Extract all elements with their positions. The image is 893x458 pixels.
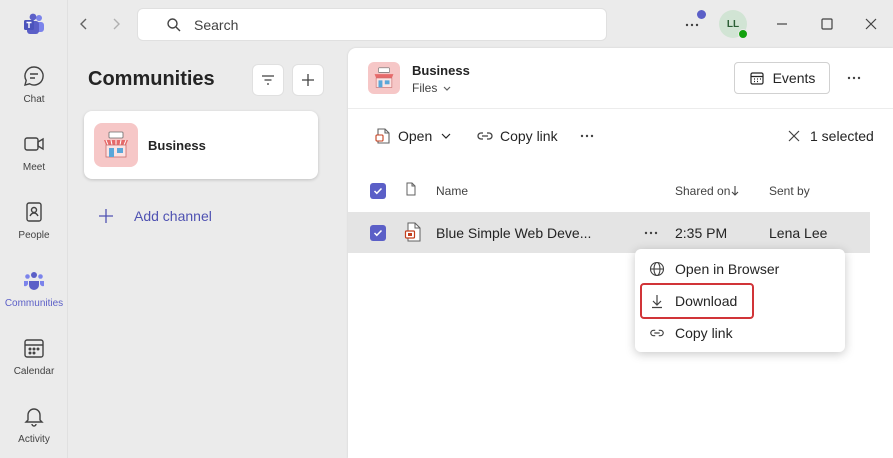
channel-store-icon: [368, 62, 400, 94]
communities-icon: [24, 272, 44, 290]
file-sender: Lena Lee: [769, 225, 828, 241]
sort-down-icon: [732, 186, 739, 196]
rail-item-label: Meet: [22, 162, 46, 173]
filter-icon: [262, 75, 274, 85]
app-rail: Chat Meet People Communities Calendar Ac…: [0, 0, 68, 458]
file-type-header-icon: [406, 182, 416, 196]
more-horizontal-icon: [847, 76, 861, 80]
rail-item-label: People: [18, 230, 50, 241]
globe-icon: [649, 261, 665, 277]
back-button[interactable]: [72, 12, 96, 36]
rail-item-label: Calendar: [13, 366, 55, 377]
search-input[interactable]: Search: [137, 8, 607, 41]
forward-button[interactable]: [104, 12, 128, 36]
link-icon: [650, 329, 664, 337]
events-label: Events: [772, 70, 816, 86]
chevron-left-icon: [80, 18, 87, 30]
search-icon: [167, 17, 181, 31]
files-label: Files: [412, 81, 438, 95]
bell-icon: [24, 408, 44, 427]
powerpoint-file-icon: [375, 128, 390, 144]
open-button[interactable]: Open: [374, 124, 452, 148]
files-dropdown[interactable]: Files: [412, 81, 452, 95]
rail-item-communities[interactable]: Communities: [0, 260, 68, 316]
rail-item-chat[interactable]: Chat: [0, 56, 68, 112]
toolbar-more-button[interactable]: [572, 121, 602, 151]
channel-title: Business: [412, 63, 470, 78]
rail-item-calendar[interactable]: Calendar: [0, 328, 68, 384]
search-placeholder: Search: [194, 16, 239, 33]
selected-count: 1 selected: [810, 128, 874, 144]
close-icon: [865, 18, 877, 30]
menu-item-copy-link[interactable]: Copy link: [635, 317, 845, 349]
plus-icon: [302, 74, 314, 86]
checkmark-icon: [373, 229, 383, 237]
copy-link-label: Copy link: [500, 128, 558, 144]
rail-item-label: Chat: [23, 94, 45, 105]
header-divider: [348, 108, 893, 109]
calendar-icon: [749, 72, 764, 85]
rail-item-meet[interactable]: Meet: [0, 124, 68, 180]
maximize-button[interactable]: [812, 9, 842, 39]
file-shared-time: 2:35 PM: [675, 225, 728, 241]
teams-logo-icon[interactable]: [22, 12, 46, 36]
community-name: Business: [148, 137, 206, 153]
add-channel-label: Add channel: [134, 208, 212, 224]
row-checkbox[interactable]: [370, 225, 386, 241]
rail-item-people[interactable]: People: [0, 192, 68, 248]
filter-button[interactable]: [252, 64, 284, 96]
calendar-icon: [24, 339, 44, 358]
checkmark-icon: [373, 187, 383, 195]
clear-selection-button[interactable]: 1 selected: [788, 124, 874, 148]
powerpoint-file-icon: [404, 222, 421, 242]
events-button[interactable]: Events: [734, 62, 830, 94]
add-community-button[interactable]: [292, 64, 324, 96]
copy-link-button[interactable]: Copy link: [476, 124, 558, 148]
channel-more-button[interactable]: [839, 63, 869, 93]
chevron-right-icon: [113, 18, 120, 30]
presence-available-icon: [738, 29, 748, 39]
chat-icon: [24, 66, 44, 86]
notification-dot: [697, 10, 706, 19]
minimize-icon: [777, 23, 787, 25]
minimize-button[interactable]: [767, 9, 797, 39]
close-icon: [788, 130, 800, 142]
maximize-icon: [821, 18, 833, 30]
people-icon: [26, 202, 42, 222]
column-header-name[interactable]: Name: [436, 184, 468, 198]
menu-item-label: Copy link: [675, 325, 733, 341]
column-header-shared-on-label: Shared on: [675, 184, 731, 198]
download-highlight-box: [640, 283, 754, 319]
more-horizontal-icon: [644, 231, 658, 235]
menu-item-label: Open in Browser: [675, 261, 780, 277]
community-card-business[interactable]: Business: [84, 111, 318, 179]
plus-icon: [99, 209, 113, 223]
link-icon: [477, 132, 493, 140]
rail-item-label: Activity: [18, 434, 50, 445]
chevron-down-icon: [443, 86, 451, 91]
video-icon: [24, 137, 44, 151]
more-horizontal-icon: [685, 23, 699, 27]
more-horizontal-icon: [580, 134, 594, 138]
file-name[interactable]: Blue Simple Web Deve...: [436, 225, 591, 241]
close-button[interactable]: [856, 9, 886, 39]
column-header-sent-by[interactable]: Sent by: [769, 184, 810, 198]
menu-item-open-in-browser[interactable]: Open in Browser: [635, 253, 845, 285]
row-more-button[interactable]: [636, 218, 666, 248]
select-all-checkbox[interactable]: [370, 183, 386, 199]
rail-item-label: Communities: [4, 298, 64, 309]
column-header-shared-on[interactable]: Shared on: [675, 184, 740, 198]
rail-item-activity[interactable]: Activity: [0, 396, 68, 452]
community-store-icon: [94, 123, 138, 167]
page-title: Communities: [88, 68, 215, 90]
chevron-down-icon: [441, 133, 451, 139]
add-channel-button[interactable]: Add channel: [96, 206, 212, 226]
open-label: Open: [398, 128, 433, 144]
